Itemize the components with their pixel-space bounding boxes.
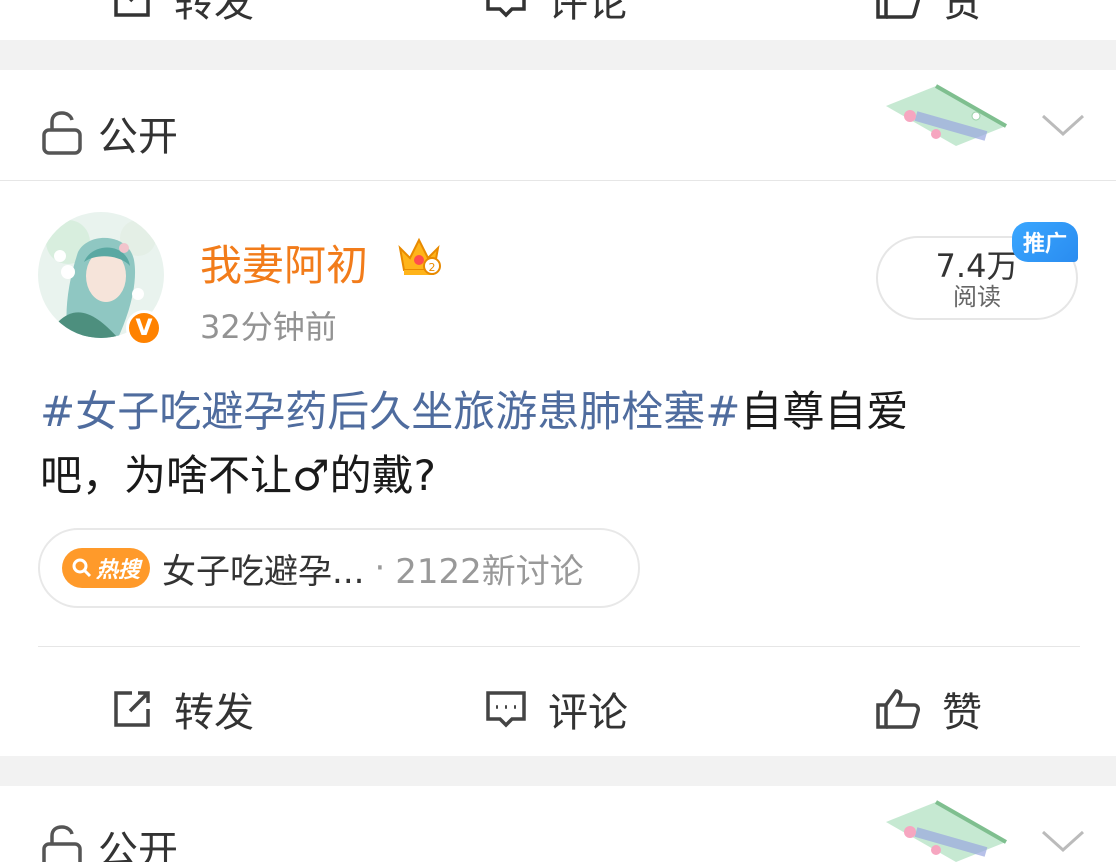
like-label: 赞 xyxy=(942,0,982,26)
lock-open-icon xyxy=(42,825,82,862)
reads-label: 阅读 xyxy=(953,283,1001,311)
hot-search-count: 2122新讨论 xyxy=(395,551,584,592)
comment-label: 评论 xyxy=(548,690,628,736)
repost-icon xyxy=(114,691,150,727)
repost-button[interactable]: 转发 xyxy=(110,680,254,738)
like-label: 赞 xyxy=(942,690,982,736)
comment-button[interactable]: 评论 xyxy=(484,0,628,28)
post-body: #女子吃避孕药后久坐旅游患肺栓塞#自尊自爱 吧，为啥不让♂的戴? xyxy=(40,380,1080,508)
visibility-label: 公开 xyxy=(98,828,178,862)
repost-button[interactable]: 转发 xyxy=(110,0,254,28)
visibility-label: 公开 xyxy=(98,114,178,160)
comment-button[interactable]: 评论 xyxy=(484,680,628,738)
chevron-down-icon[interactable] xyxy=(1040,112,1086,140)
like-icon xyxy=(876,0,920,19)
verified-badge: V xyxy=(126,310,162,346)
username[interactable]: 我妻阿初 xyxy=(200,232,368,293)
hot-search-separator: · xyxy=(374,548,386,588)
feed-page: 转发 评论 赞 公开 V 我妻阿初 2 32分钟前 7.4万 阅读 推广 #女子… xyxy=(0,0,1116,862)
visibility-indicator: 公开 xyxy=(40,104,178,162)
lock-open-icon xyxy=(42,111,82,155)
promotion-tag: 推广 xyxy=(1012,222,1078,262)
svg-text:2: 2 xyxy=(429,261,436,274)
visibility-indicator-next: 公开 xyxy=(40,818,178,862)
like-button[interactable]: 赞 xyxy=(874,680,982,738)
hashtag-link[interactable]: #女子吃避孕药后久坐旅游患肺栓塞# xyxy=(40,387,740,436)
hot-search-chip[interactable]: 热搜 女子吃避孕... · 2122新讨论 xyxy=(38,528,640,608)
action-bar-top: 转发 评论 赞 xyxy=(0,0,1116,40)
comment-label: 评论 xyxy=(548,0,628,26)
hot-search-badge: 热搜 xyxy=(62,548,151,588)
like-icon xyxy=(876,689,920,729)
chevron-down-icon[interactable] xyxy=(1040,828,1086,856)
visibility-header-next: 公开 xyxy=(0,786,1116,862)
scroll-decoration xyxy=(886,84,1007,146)
scroll-decoration xyxy=(886,800,1007,862)
crown-icon: 2 xyxy=(398,237,441,275)
divider xyxy=(38,646,1080,647)
repost-label: 转发 xyxy=(174,0,254,26)
comment-icon xyxy=(486,0,526,18)
post-text-line1: 自尊自爱 xyxy=(740,387,909,436)
hot-search-title: 女子吃避孕... xyxy=(162,551,365,592)
like-button[interactable]: 赞 xyxy=(874,0,982,28)
post-text-line2: 吧，为啥不让♂的戴? xyxy=(40,451,436,500)
hot-search-badge-label: 热搜 xyxy=(96,558,141,583)
visibility-header: 公开 xyxy=(0,70,1116,181)
post-timestamp: 32分钟前 xyxy=(200,308,337,346)
comment-icon xyxy=(486,691,526,728)
search-icon xyxy=(72,558,92,578)
repost-label: 转发 xyxy=(174,690,254,736)
repost-icon xyxy=(114,0,150,17)
